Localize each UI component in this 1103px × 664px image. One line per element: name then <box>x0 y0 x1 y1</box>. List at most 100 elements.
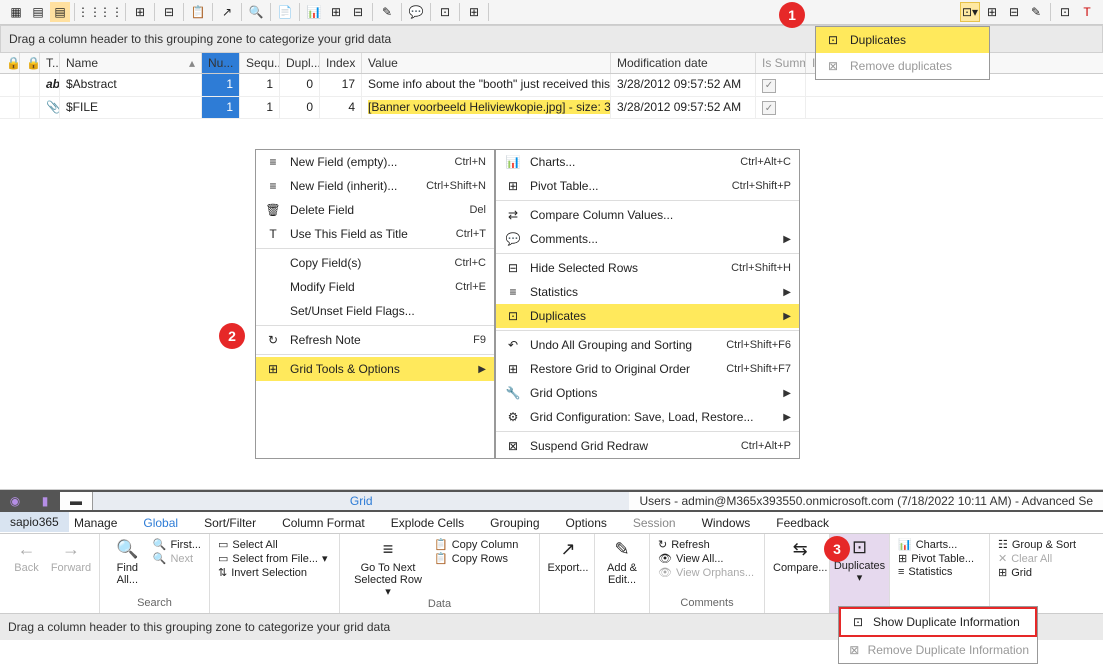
hide-icon: ⊟ <box>504 259 522 277</box>
menu-item-pivot[interactable]: ⊞Pivot Table...Ctrl+Shift+P <box>496 174 799 198</box>
col-header-nu[interactable]: Nu... <box>202 53 240 73</box>
duplicates-toolbar-btn[interactable]: ⊡▾ <box>960 2 980 22</box>
tab-session[interactable]: Session <box>629 514 680 532</box>
menu-item-statistics[interactable]: ≡Statistics▶ <box>496 280 799 304</box>
find-all-button[interactable]: 🔍Find All... <box>108 538 147 597</box>
tab-windows[interactable]: Windows <box>698 514 755 532</box>
menu-item-use-as-title[interactable]: TUse This Field as TitleCtrl+T <box>256 222 494 246</box>
col-header-index[interactable]: Index <box>320 53 362 73</box>
tab-grouping[interactable]: Grouping <box>486 514 543 532</box>
tab-sort-filter[interactable]: Sort/Filter <box>200 514 260 532</box>
menu-item-undo-grouping[interactable]: ↶Undo All Grouping and SortingCtrl+Shift… <box>496 333 799 357</box>
menu-item-charts[interactable]: 📊Charts...Ctrl+Alt+C <box>496 150 799 174</box>
goto-next-row-button[interactable]: ≡Go To Next Selected Row▾ <box>348 538 428 598</box>
server-icon[interactable]: ▮ <box>30 494 60 508</box>
toolbar-btn[interactable]: ⊡ <box>435 2 455 22</box>
tab-explode-cells[interactable]: Explode Cells <box>387 514 468 532</box>
statistics-button[interactable]: ≡Statistics <box>898 566 974 578</box>
tab-global[interactable]: Global <box>139 514 182 532</box>
col-header-mod[interactable]: Modification date <box>611 53 756 73</box>
menu-item-compare[interactable]: ⇄Compare Column Values... <box>496 203 799 227</box>
menu-item-duplicates[interactable]: ⊡Duplicates▶ <box>496 304 799 328</box>
menu-item-modify-field[interactable]: Modify FieldCtrl+E <box>256 275 494 299</box>
refresh-button[interactable]: ↻Refresh <box>658 538 754 551</box>
export-button[interactable]: ↗Export... <box>548 538 588 609</box>
col-lock-icon[interactable]: 🔒 <box>20 53 40 73</box>
select-all-button[interactable]: ▭Select All <box>218 538 328 551</box>
tab-options[interactable]: Options <box>562 514 611 532</box>
menu-item-hide-rows[interactable]: ⊟Hide Selected RowsCtrl+Shift+H <box>496 256 799 280</box>
clear-all-button[interactable]: ✕Clear All <box>998 552 1076 565</box>
col-header-name[interactable]: Name ▴ <box>60 53 202 73</box>
toolbar-btn[interactable]: ▤ <box>50 2 70 22</box>
search-icon[interactable]: 🔍 <box>246 2 266 22</box>
col-header-seq[interactable]: Sequ... <box>240 53 280 73</box>
col-header-sum[interactable]: Is Summ... <box>756 53 806 73</box>
menu-item-grid-options[interactable]: 🔧Grid Options▶ <box>496 381 799 405</box>
first-button[interactable]: 🔍First... <box>153 538 201 551</box>
toolbar-btn[interactable]: ↗ <box>217 2 237 22</box>
menu-item-comments[interactable]: 💬Comments...▶ <box>496 227 799 251</box>
menu-item-remove-duplicate-info: ⊠ Remove Duplicate Information <box>839 637 1037 663</box>
toolbar-btn[interactable]: ⋮⋮ <box>101 2 121 22</box>
menu-item-duplicates[interactable]: ⊡ Duplicates <box>816 27 989 53</box>
toolbar-btn[interactable]: ▤ <box>28 2 48 22</box>
toolbar-btn[interactable]: T <box>1077 2 1097 22</box>
toolbar-btn[interactable]: ▦ <box>6 2 26 22</box>
toolbar-btn[interactable]: ✎ <box>1026 2 1046 22</box>
menu-item-copy-fields[interactable]: Copy Field(s)Ctrl+C <box>256 251 494 275</box>
chart-icon[interactable]: 📊 <box>304 2 324 22</box>
tab-feedback[interactable]: Feedback <box>772 514 833 532</box>
copy-rows-button[interactable]: 📋Copy Rows <box>434 552 518 565</box>
toolbar-btn[interactable]: ⊞ <box>982 2 1002 22</box>
toolbar-btn[interactable]: ⊟ <box>348 2 368 22</box>
duplicates-dropdown: ⊡ Duplicates ⊠ Remove duplicates <box>815 26 990 80</box>
window-tab[interactable]: ▬ <box>60 492 93 510</box>
menu-item-show-duplicate-info[interactable]: ⊡ Show Duplicate Information <box>839 607 1037 637</box>
compare-button[interactable]: ⇆Compare... <box>773 538 827 609</box>
add-edit-button[interactable]: ✎Add & Edit... <box>603 538 641 609</box>
menu-item-grid-tools[interactable]: ⊞Grid Tools & Options▶ <box>256 357 494 381</box>
toolbar-btn[interactable]: 💬 <box>406 2 426 22</box>
tab-column-format[interactable]: Column Format <box>278 514 369 532</box>
toolbar-btn[interactable]: ⊟ <box>159 2 179 22</box>
group-sort-button[interactable]: ☷Group & Sort <box>998 538 1076 551</box>
col-header-type[interactable]: T... <box>40 53 60 73</box>
menu-item-delete-field[interactable]: 🗑Delete FieldDel <box>256 198 494 222</box>
toolbar-btn[interactable]: ⋮⋮ <box>79 2 99 22</box>
toolbar-btn[interactable]: 📋 <box>188 2 208 22</box>
col-lock-icon[interactable]: 🔒 <box>0 53 20 73</box>
charts-button[interactable]: 📊Charts... <box>898 538 974 551</box>
menu-item-suspend-redraw[interactable]: ⊠Suspend Grid RedrawCtrl+Alt+P <box>496 434 799 458</box>
tab-manage[interactable]: Manage <box>70 514 121 532</box>
app-name[interactable]: sapio365 <box>0 512 69 532</box>
toolbar-btn[interactable]: ⊞ <box>464 2 484 22</box>
view-all-button[interactable]: 👁View All... <box>658 552 754 565</box>
comment-icon: 💬 <box>504 230 522 248</box>
col-header-dup[interactable]: Dupl... <box>280 53 320 73</box>
toolbar-btn[interactable]: ⊞ <box>130 2 150 22</box>
toolbar-btn[interactable]: ✎ <box>377 2 397 22</box>
select-from-file-button[interactable]: ▭Select from File... ▾ <box>218 552 328 565</box>
menu-item-new-field-empty[interactable]: ≡New Field (empty)...Ctrl+N <box>256 150 494 174</box>
toolbar-btn[interactable]: ⊞ <box>326 2 346 22</box>
globe-icon[interactable]: ◉ <box>0 494 30 508</box>
invert-selection-button[interactable]: ⇅Invert Selection <box>218 566 328 579</box>
copy-column-button[interactable]: 📋Copy Column <box>434 538 518 551</box>
next-button[interactable]: 🔍Next <box>153 552 201 565</box>
view-orphans-button[interactable]: 👁View Orphans... <box>658 566 754 579</box>
pivot-button[interactable]: ⊞Pivot Table... <box>898 552 974 565</box>
toolbar-btn[interactable]: ⊡ <box>1055 2 1075 22</box>
menu-item-restore-grid[interactable]: ⊞Restore Grid to Original OrderCtrl+Shif… <box>496 357 799 381</box>
toolbar-btn[interactable]: 📄 <box>275 2 295 22</box>
back-button[interactable]: ←Back <box>8 538 45 609</box>
toolbar-btn[interactable]: ⊟ <box>1004 2 1024 22</box>
forward-button[interactable]: →Forward <box>51 538 91 609</box>
menu-item-field-flags[interactable]: Set/Unset Field Flags... <box>256 299 494 323</box>
grid-button[interactable]: ⊞Grid <box>998 566 1076 579</box>
menu-item-refresh-note[interactable]: ↻Refresh NoteF9 <box>256 328 494 352</box>
table-row[interactable]: 📎 $FILE 1 1 0 4 [Banner voorbeeld Helivi… <box>0 97 1103 120</box>
menu-item-grid-config[interactable]: ⚙Grid Configuration: Save, Load, Restore… <box>496 405 799 429</box>
col-header-value[interactable]: Value <box>362 53 611 73</box>
menu-item-new-field-inherit[interactable]: ≡New Field (inherit)...Ctrl+Shift+N <box>256 174 494 198</box>
